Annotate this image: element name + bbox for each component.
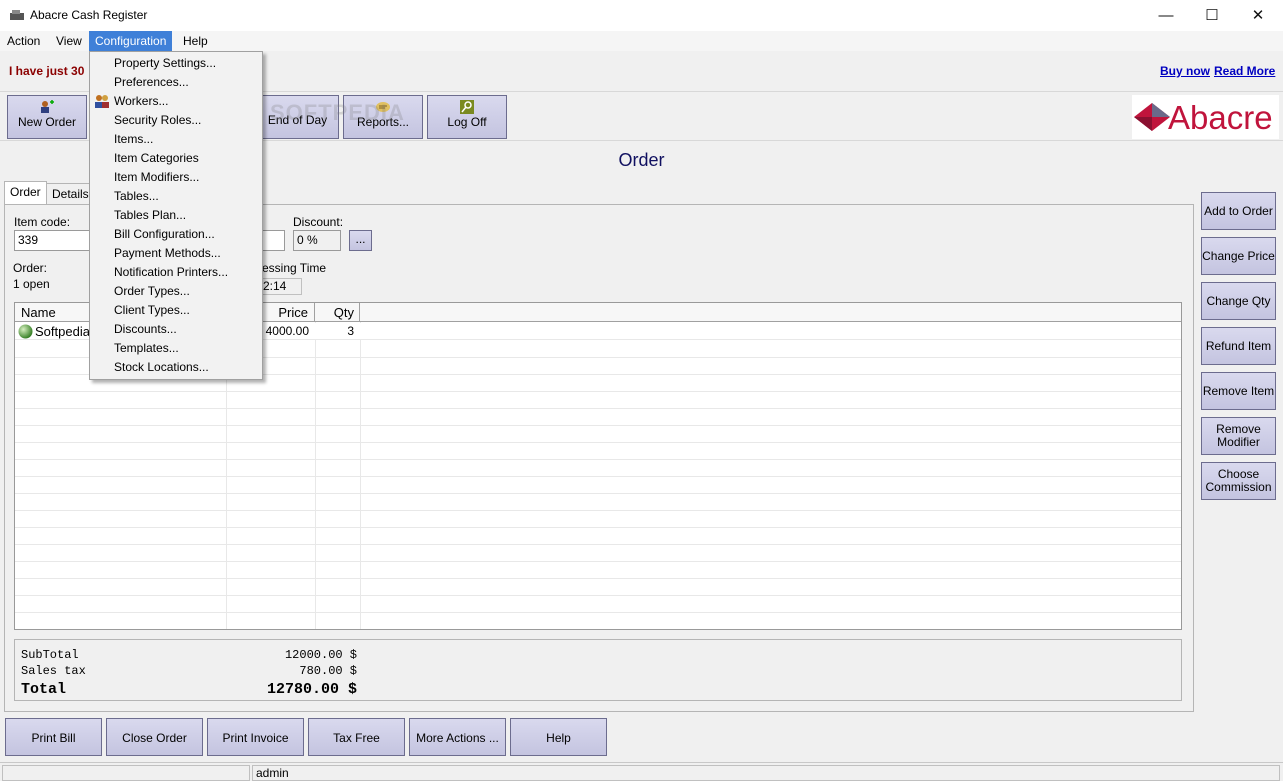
menu-item-bill-configuration[interactable]: Bill Configuration... [114, 225, 215, 244]
window-title: Abacre Cash Register [30, 8, 148, 22]
discount-field: 0 % [293, 230, 341, 251]
row-qty: 3 [347, 324, 354, 338]
totals-panel: SubTotal 12000.00 $ Sales tax 780.00 $ T… [14, 639, 1182, 701]
read-more-link[interactable]: Read More [1214, 64, 1275, 78]
watermark: SOFTPEDIA [270, 100, 405, 125]
configuration-menu: Property Settings... Preferences... Work… [89, 51, 263, 380]
cash-register-icon [10, 10, 24, 20]
workers-icon [95, 95, 109, 108]
column-qty[interactable]: Qty [315, 303, 360, 322]
menu-item-templates[interactable]: Templates... [114, 339, 179, 358]
processing-time-value: 2:14 [262, 278, 302, 295]
menu-item-payment-methods[interactable]: Payment Methods... [114, 244, 221, 263]
help-button[interactable]: Help [510, 718, 607, 756]
print-invoice-button[interactable]: Print Invoice [207, 718, 304, 756]
close-order-button[interactable]: Close Order [106, 718, 203, 756]
status-bar: admin [0, 762, 1283, 781]
maximize-icon[interactable]: ☐ [1189, 0, 1235, 31]
menu-item-property-settings[interactable]: Property Settings... [114, 54, 216, 73]
hidden-field[interactable] [262, 230, 285, 251]
minimize-icon[interactable]: — [1143, 0, 1189, 31]
menu-item-workers[interactable]: Workers... [114, 92, 168, 111]
menu-item-notification-printers[interactable]: Notification Printers... [114, 263, 228, 282]
menu-item-security-roles[interactable]: Security Roles... [114, 111, 201, 130]
tax-free-button[interactable]: Tax Free [308, 718, 405, 756]
title-bar: Abacre Cash Register — ☐ ✕ [0, 0, 1283, 31]
item-code-label: Item code: [14, 215, 71, 229]
close-icon[interactable]: ✕ [1235, 0, 1281, 31]
key-icon [460, 100, 474, 114]
menu-item-item-modifiers[interactable]: Item Modifiers... [114, 168, 199, 187]
item-code-input[interactable]: 339 [14, 230, 94, 251]
menu-view[interactable]: View [50, 31, 88, 51]
choose-commission-button[interactable]: Choose Commission [1201, 462, 1276, 500]
abacre-logo: Abacre [1132, 95, 1279, 139]
add-to-order-button[interactable]: Add to Order [1201, 192, 1276, 230]
total-label: Total [21, 681, 67, 698]
discount-button[interactable]: ... [349, 230, 372, 251]
sales-tax-value: 780.00 $ [299, 664, 357, 678]
sales-tax-label: Sales tax [21, 664, 86, 678]
menu-item-tables[interactable]: Tables... [114, 187, 159, 206]
status-pane [2, 765, 250, 781]
subtotal-value: 12000.00 $ [284, 648, 357, 662]
more-actions-button[interactable]: More Actions ... [409, 718, 506, 756]
menu-bar: Action View Configuration Help [0, 31, 1283, 51]
subtotal-label: SubTotal [21, 648, 79, 662]
menu-configuration[interactable]: Configuration [89, 31, 173, 51]
processing-time-label: essing Time [262, 261, 327, 275]
order-count: 1 open [13, 277, 50, 291]
menu-help[interactable]: Help [177, 31, 214, 51]
menu-item-client-types[interactable]: Client Types... [114, 301, 190, 320]
log-off-button[interactable]: Log Off [427, 95, 507, 139]
promo-text: I have just 30 [9, 64, 85, 78]
menu-item-preferences[interactable]: Preferences... [114, 73, 189, 92]
menu-item-items[interactable]: Items... [114, 130, 153, 149]
menu-item-tables-plan[interactable]: Tables Plan... [114, 206, 186, 225]
remove-item-button[interactable]: Remove Item [1201, 372, 1276, 410]
menu-item-item-categories[interactable]: Item Categories [114, 149, 199, 168]
menu-item-order-types[interactable]: Order Types... [114, 282, 190, 301]
new-order-button[interactable]: New Order [7, 95, 87, 139]
order-label: Order: [13, 261, 48, 275]
menu-item-discounts[interactable]: Discounts... [114, 320, 177, 339]
tab-details[interactable]: Details [46, 183, 95, 204]
new-order-icon [41, 100, 54, 113]
total-value: 12780.00 $ [266, 681, 357, 698]
change-qty-button[interactable]: Change Qty [1201, 282, 1276, 320]
menu-action[interactable]: Action [1, 31, 46, 51]
menu-item-stock-locations[interactable]: Stock Locations... [114, 358, 209, 377]
status-user: admin [252, 765, 1280, 781]
status-ball-icon [18, 324, 33, 339]
tab-order[interactable]: Order [4, 181, 47, 205]
buy-now-link[interactable]: Buy now [1160, 64, 1210, 78]
refund-item-button[interactable]: Refund Item [1201, 327, 1276, 365]
remove-modifier-button[interactable]: Remove Modifier [1201, 417, 1276, 455]
change-price-button[interactable]: Change Price [1201, 237, 1276, 275]
row-name: Softpedia [35, 324, 90, 339]
logo-text: Abacre [1168, 99, 1273, 136]
print-bill-button[interactable]: Print Bill [5, 718, 102, 756]
discount-label: Discount: [293, 215, 344, 229]
